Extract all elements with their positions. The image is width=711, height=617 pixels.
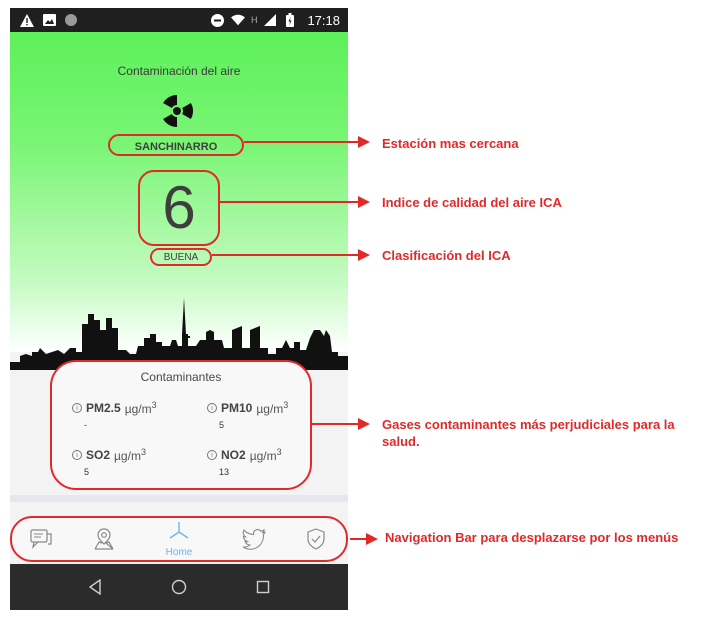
pollutant-value: 5 <box>84 467 90 477</box>
madrid-skyline-illustration <box>10 298 348 370</box>
pollutant-unit: µg/m3 <box>256 400 289 416</box>
nav-home-label: Home <box>165 547 193 558</box>
chat-icon <box>30 529 52 549</box>
status-bar: H 17:18 <box>10 8 348 32</box>
pollutant-name: SO2 <box>86 448 111 462</box>
air-quality-panel: Contaminación del aire SANCHINARRO 6 BUE… <box>10 32 348 370</box>
network-type-label: H <box>250 15 258 25</box>
signal-icon <box>263 13 277 27</box>
pollutant-pm10: i PM10 µg/m3 5 <box>207 400 322 430</box>
battery-icon <box>283 13 297 27</box>
pollutant-name: PM2.5 <box>86 401 121 415</box>
pollutant-value: - <box>84 420 87 430</box>
pollutant-unit: µg/m3 <box>249 447 282 463</box>
arrow-station <box>244 136 370 148</box>
divider <box>10 495 348 502</box>
page-title: Contaminación del aire <box>117 64 241 78</box>
clock: 17:18 <box>307 12 340 28</box>
image-icon <box>42 13 56 27</box>
map-pin-icon <box>94 528 114 550</box>
arrow-ica <box>220 196 370 208</box>
annotation-ica: Indice de calidad del aire ICA <box>382 195 562 210</box>
pollutants-card: Contaminantes i PM2.5 µg/m3 - i PM10 µg/… <box>50 360 312 490</box>
arrow-navbar <box>350 533 378 545</box>
ica-index: 6 <box>138 170 220 246</box>
radiation-icon <box>163 94 194 128</box>
arrow-classification <box>212 249 370 261</box>
twitter-icon <box>242 528 266 550</box>
nav-item-home[interactable]: Home <box>159 516 199 562</box>
arrow-pollutants <box>312 418 370 430</box>
nav-item-chat[interactable] <box>21 516 61 562</box>
pollutant-value: 5 <box>219 420 225 430</box>
nearest-station-label: SANCHINARRO <box>108 134 244 156</box>
ica-value: 6 <box>162 174 196 241</box>
phone-screen: H 17:18 Contaminación del aire SANCHINAR… <box>10 8 348 610</box>
warning-icon <box>20 13 34 27</box>
info-icon[interactable]: i <box>207 450 217 460</box>
pollutant-so2: i SO2 µg/m3 5 <box>72 447 187 477</box>
wifi-icon <box>230 13 245 27</box>
pollutant-unit: µg/m3 <box>114 447 146 463</box>
circle-icon <box>64 13 78 27</box>
ica-classification: BUENA <box>150 248 212 266</box>
home-circle-icon[interactable] <box>168 576 190 598</box>
shield-check-icon <box>307 528 325 550</box>
annotation-navbar: Navigation Bar para desplazarse por los … <box>385 530 679 545</box>
annotation-classification: Clasificación del ICA <box>382 248 511 263</box>
back-icon[interactable] <box>84 576 106 598</box>
pollutant-name: NO2 <box>221 448 246 462</box>
pollutants-title: Contaminantes <box>140 370 222 384</box>
recents-icon[interactable] <box>252 576 274 598</box>
do-not-disturb-icon <box>211 13 225 27</box>
nav-item-twitter[interactable] <box>234 516 274 562</box>
pollutant-unit: µg/m3 <box>124 400 157 416</box>
annotation-pollutants: Gases contaminantes más perjudiciales pa… <box>382 417 675 449</box>
bottom-navigation-bar: Home <box>10 516 348 562</box>
info-icon[interactable]: i <box>72 450 82 460</box>
info-icon[interactable]: i <box>72 403 82 413</box>
system-navigation-bar <box>10 564 348 610</box>
home-icon <box>169 522 189 539</box>
nav-item-map[interactable] <box>84 516 124 562</box>
info-icon[interactable]: i <box>207 403 217 413</box>
pollutant-name: PM10 <box>221 401 253 415</box>
pollutant-value: 13 <box>219 467 230 477</box>
annotation-station: Estación mas cercana <box>382 136 519 151</box>
pollutant-pm25: i PM2.5 µg/m3 - <box>72 400 187 430</box>
nav-item-shield[interactable] <box>296 516 336 562</box>
pollutant-no2: i NO2 µg/m3 13 <box>207 447 322 477</box>
